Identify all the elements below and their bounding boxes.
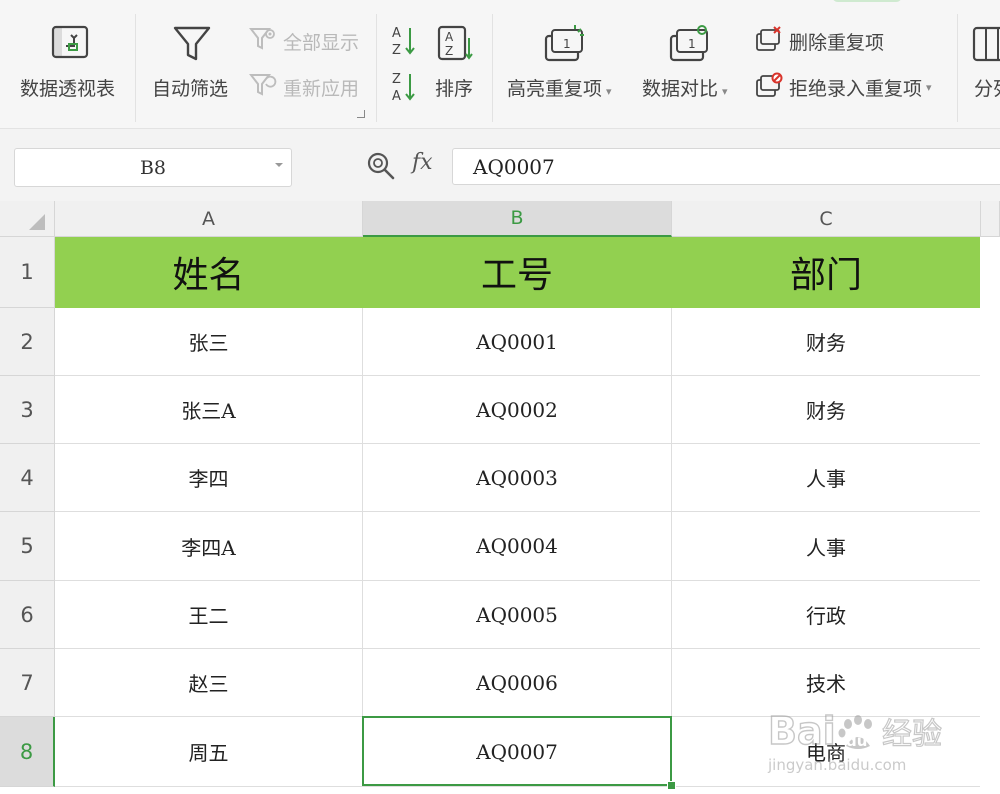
sort-label: 排序 (435, 78, 474, 100)
pivot-table-icon (50, 24, 90, 66)
table-cell[interactable]: AQ0005 (363, 581, 672, 649)
row-header-8[interactable]: 8 (0, 717, 55, 787)
column-header-c[interactable]: C (672, 201, 981, 237)
reject-duplicates-label: 拒绝录入重复项 (789, 77, 923, 100)
funnel-eye-icon (248, 26, 277, 56)
sort-ascending-button[interactable]: A Z (391, 24, 417, 62)
filter-dialog-launcher[interactable] (357, 110, 365, 118)
table-cell[interactable]: 财务 (672, 308, 981, 376)
data-compare-icon: 1 (668, 24, 712, 68)
auto-filter-button[interactable]: 自动筛选 (146, 18, 238, 110)
sort-button[interactable]: A Z 排序 (432, 18, 482, 110)
table-cell[interactable]: AQ0003 (363, 444, 672, 512)
highlight-duplicates-icon: 1 (543, 24, 587, 68)
split-columns-icon (972, 26, 1000, 66)
highlight-duplicates-label: 高亮重复项 ▾ (507, 78, 612, 100)
table-cell-selected[interactable]: AQ0007 (363, 717, 672, 787)
svg-text:Z: Z (392, 43, 401, 58)
chevron-down-icon: ▾ (926, 80, 932, 94)
split-columns-button[interactable]: 分列 (966, 18, 1000, 110)
delete-duplicates-icon (755, 26, 783, 56)
table-cell[interactable]: AQ0002 (363, 376, 672, 444)
reapply-label: 重新应用 (283, 77, 360, 100)
name-box[interactable]: B8 (14, 148, 292, 187)
ribbon-toolbar: 数据透视表 自动筛选 全部显示 重新应用 A Z Z A A Z 排序 1 高亮… (0, 0, 1000, 129)
ribbon-divider (376, 14, 377, 122)
column-header-b[interactable]: B (363, 201, 672, 237)
auto-filter-label: 自动筛选 (152, 78, 229, 100)
data-compare-label: 数据对比 ▾ (642, 78, 728, 100)
fill-handle[interactable] (667, 781, 676, 790)
svg-text:A: A (445, 30, 454, 44)
svg-text:A: A (392, 26, 401, 41)
row-header-1[interactable]: 1 (0, 237, 55, 308)
delete-duplicates-label: 删除重复项 (789, 31, 885, 54)
ribbon-divider (957, 14, 958, 122)
row-header-4[interactable]: 4 (0, 444, 55, 512)
svg-text:1: 1 (688, 37, 696, 51)
table-cell[interactable]: AQ0001 (363, 308, 672, 376)
table-cell[interactable]: AQ0004 (363, 512, 672, 581)
table-cell[interactable]: AQ0006 (363, 649, 672, 717)
delete-duplicates-button[interactable]: 删除重复项 (755, 26, 884, 56)
reapply-button[interactable]: 重新应用 (248, 72, 360, 102)
zoom-icon[interactable] (366, 151, 396, 185)
svg-text:1: 1 (563, 37, 571, 51)
column-header-a[interactable]: A (55, 201, 363, 237)
reject-duplicates-button[interactable]: 拒绝录入重复项 ▾ (755, 72, 932, 102)
select-all-corner[interactable] (0, 201, 55, 237)
show-all-button[interactable]: 全部显示 (248, 26, 360, 56)
cell-a1-header[interactable]: 姓名 (55, 237, 363, 308)
data-compare-button[interactable]: 1 数据对比 ▾ (640, 18, 740, 110)
column-header-d[interactable] (981, 201, 1000, 237)
table-cell[interactable]: 人事 (672, 444, 981, 512)
row-header-7[interactable]: 7 (0, 649, 55, 717)
split-columns-label: 分列 (974, 78, 1000, 100)
svg-text:A: A (392, 89, 401, 104)
fx-icon[interactable]: fx (412, 150, 433, 175)
table-cell[interactable]: 张三 (55, 308, 363, 376)
pivot-table-label: 数据透视表 (20, 78, 116, 100)
table-cell[interactable]: 周五 (55, 717, 363, 787)
row-header-6[interactable]: 6 (0, 581, 55, 649)
table-cell[interactable]: 李四A (55, 512, 363, 581)
sort-descending-button[interactable]: Z A (391, 70, 417, 108)
ribbon-divider (492, 14, 493, 122)
table-cell[interactable]: 行政 (672, 581, 981, 649)
show-all-label: 全部显示 (283, 31, 360, 54)
cell-b1-header[interactable]: 工号 (363, 237, 672, 308)
row-header-3[interactable]: 3 (0, 376, 55, 444)
sort-icon: A Z (436, 24, 476, 68)
column-d-strip[interactable] (980, 237, 1000, 794)
reject-duplicates-icon (755, 72, 783, 102)
table-cell[interactable]: 财务 (672, 376, 981, 444)
ribbon-divider (135, 14, 136, 122)
funnel-refresh-icon (248, 72, 277, 102)
svg-text:Z: Z (445, 44, 453, 58)
chevron-down-icon[interactable] (275, 163, 283, 167)
table-cell[interactable]: 技术 (672, 649, 981, 717)
svg-text:Z: Z (392, 72, 401, 87)
sort-za-icon: Z A (391, 70, 417, 108)
formula-input[interactable]: AQ0007 (452, 148, 1000, 185)
table-cell[interactable]: 王二 (55, 581, 363, 649)
funnel-icon (172, 24, 212, 68)
table-cell[interactable]: 人事 (672, 512, 981, 581)
table-cell[interactable]: 李四 (55, 444, 363, 512)
sort-az-icon: A Z (391, 24, 417, 62)
table-cell[interactable]: 赵三 (55, 649, 363, 717)
row-header-2[interactable]: 2 (0, 308, 55, 376)
table-cell[interactable]: 张三A (55, 376, 363, 444)
active-tab-indicator (832, 0, 902, 2)
row-header-5[interactable]: 5 (0, 512, 55, 581)
highlight-duplicates-button[interactable]: 1 高亮重复项 ▾ (505, 18, 625, 110)
name-box-value: B8 (139, 156, 167, 179)
pivot-table-button[interactable]: 数据透视表 (14, 18, 126, 110)
table-cell[interactable]: 电商 (672, 717, 981, 787)
formula-bar: B8 fx AQ0007 (0, 129, 1000, 201)
cell-c1-header[interactable]: 部门 (672, 237, 981, 308)
